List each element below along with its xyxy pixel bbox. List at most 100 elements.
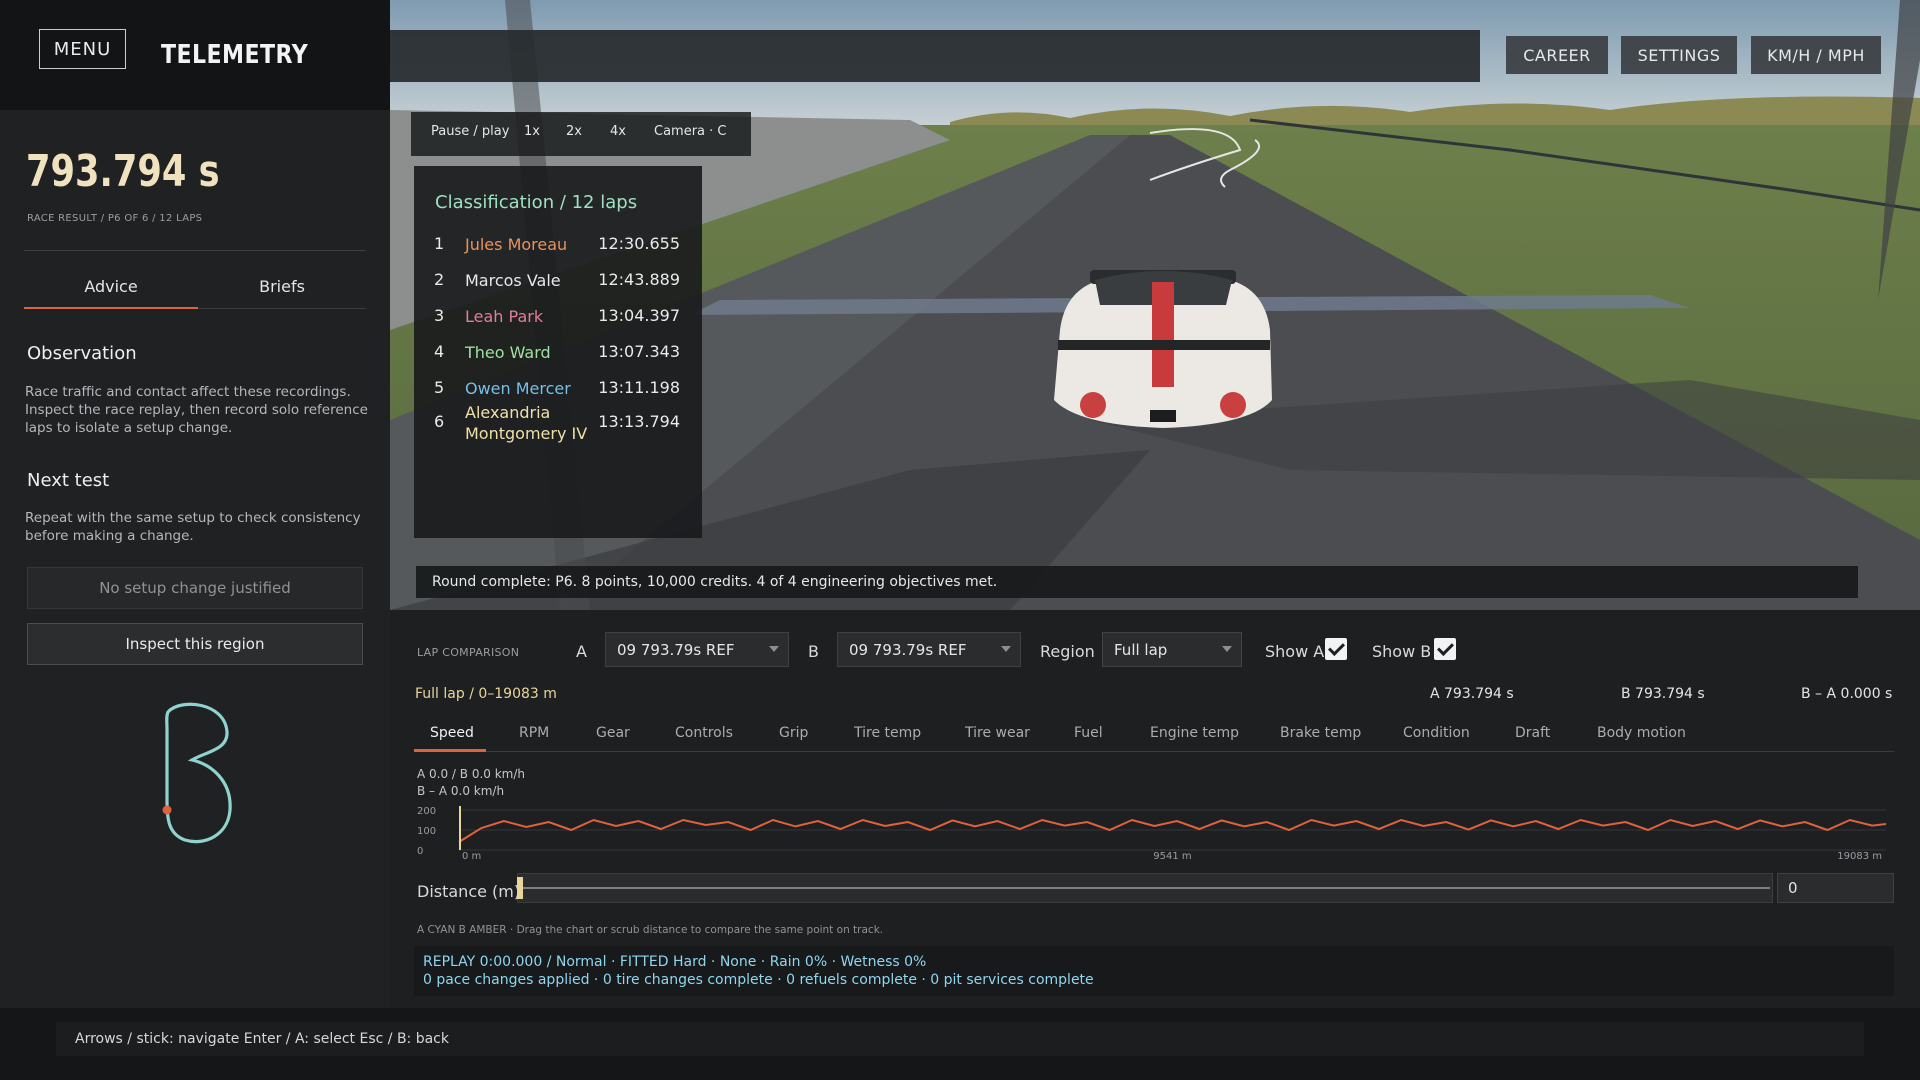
chevron-down-icon <box>769 646 779 652</box>
show-b-checkbox[interactable] <box>1434 638 1456 660</box>
y-tick-label: 100 <box>417 826 436 837</box>
speed-2x-button[interactable]: 2x <box>566 124 582 139</box>
row-driver-name: Theo Ward <box>465 343 551 362</box>
replay-status: REPLAY 0:00.000 / Normal · FITTED Hard ·… <box>414 946 1894 996</box>
lap-comparison-label: LAP COMPARISON <box>417 646 520 659</box>
slider-handle[interactable] <box>517 877 523 899</box>
region-select[interactable]: Full lap <box>1102 632 1242 667</box>
top-bar <box>390 30 1480 82</box>
chevron-down-icon <box>1001 646 1011 652</box>
pause-play-button[interactable]: Pause / play <box>431 124 509 139</box>
divider <box>24 250 366 251</box>
show-a-label: Show A <box>1265 642 1325 661</box>
speed-4x-button[interactable]: 4x <box>610 124 626 139</box>
next-test-heading: Next test <box>27 470 110 491</box>
row-time: 13:04.397 <box>598 306 680 325</box>
stat-diff: B – A 0.000 s <box>1801 686 1893 702</box>
chart-readout-2: B – A 0.0 km/h <box>417 784 504 798</box>
x-tick-label: 19083 m <box>1837 851 1882 860</box>
row-position: 5 <box>434 378 445 397</box>
lap-a-select[interactable]: 09 793.79s REF <box>605 632 789 667</box>
row-time: 13:07.343 <box>598 342 680 361</box>
y-tick-label: 200 <box>417 806 436 817</box>
tab-body-motion[interactable]: Body motion <box>1597 725 1686 741</box>
slider-rail <box>520 887 1770 889</box>
lap-b-value: 09 793.79s REF <box>849 641 967 659</box>
row-driver-name: Jules Moreau <box>465 235 568 254</box>
row-position: 6 <box>434 412 445 431</box>
tab-rule <box>414 751 1894 752</box>
speed-series-line <box>458 818 1887 843</box>
chart-readout-1: A 0.0 / B 0.0 km/h <box>417 767 525 781</box>
range-line: Full lap / 0–19083 m <box>415 686 557 702</box>
stat-a: A 793.794 s <box>1430 686 1514 702</box>
legend-hint: A CYAN B AMBER · Drag the chart or scrub… <box>417 924 884 936</box>
show-a-checkbox[interactable] <box>1325 638 1347 660</box>
observation-heading: Observation <box>27 343 137 364</box>
tab-controls[interactable]: Controls <box>675 725 733 741</box>
lap-a-value: 09 793.79s REF <box>617 641 735 659</box>
inspect-region-button[interactable]: Inspect this region <box>27 623 363 665</box>
speed-1x-button[interactable]: 1x <box>524 124 540 139</box>
tab-draft[interactable]: Draft <box>1515 725 1550 741</box>
menu-button[interactable]: MENU <box>39 29 126 69</box>
controls-hint: Arrows / stick: navigate Enter / A: sele… <box>56 1022 1864 1056</box>
row-driver-name: Owen Mercer <box>465 379 571 398</box>
row-time: 12:30.655 <box>598 234 680 253</box>
classification-panel: Classification / 12 laps 1 Jules Moreau 12… <box>414 166 702 538</box>
chevron-down-icon <box>1222 646 1232 652</box>
tab-tire-wear[interactable]: Tire wear <box>965 725 1030 741</box>
race-time: 793.794 s <box>26 146 220 197</box>
no-setup-change-button[interactable]: No setup change justified <box>27 567 363 609</box>
classification-title: Classification / 12 laps <box>435 192 638 213</box>
tab-fuel[interactable]: Fuel <box>1074 725 1103 741</box>
tab-rpm[interactable]: RPM <box>519 725 549 741</box>
lap-b-label: B <box>808 642 819 661</box>
row-position: 2 <box>434 270 445 289</box>
row-position: 4 <box>434 342 445 361</box>
row-driver-name: Marcos Vale <box>465 271 561 290</box>
row-position: 1 <box>434 234 445 253</box>
distance-input[interactable]: 0 <box>1777 873 1894 903</box>
stat-b: B 793.794 s <box>1621 686 1705 702</box>
tab-tire-temp[interactable]: Tire temp <box>854 725 921 741</box>
distance-label: Distance (m) <box>417 882 521 901</box>
page-title: TELEMETRY <box>161 40 309 70</box>
race-subtitle: RACE RESULT / P6 OF 6 / 12 LAPS <box>27 213 203 224</box>
track-map <box>162 702 232 844</box>
replay-line-1: REPLAY 0:00.000 / Normal · FITTED Hard ·… <box>423 954 927 970</box>
lap-a-label: A <box>576 642 587 661</box>
camera-button[interactable]: Camera · C <box>654 124 727 139</box>
row-time: 12:43.889 <box>598 270 680 289</box>
row-time: 13:11.198 <box>598 378 680 397</box>
active-tab-indicator <box>414 749 486 752</box>
career-button[interactable]: CAREER <box>1506 36 1608 74</box>
next-test-text: Repeat with the same setup to check cons… <box>25 510 361 544</box>
show-b-label: Show B <box>1372 642 1432 661</box>
units-toggle-button[interactable]: KM/H / MPH <box>1751 36 1881 74</box>
tab-brake-temp[interactable]: Brake temp <box>1280 725 1361 741</box>
x-tick-label: 9541 m <box>1153 851 1191 860</box>
chart-cursor <box>459 806 461 850</box>
row-driver-name: Leah Park <box>465 307 544 326</box>
player-car <box>1054 270 1272 428</box>
round-complete-message: Round complete: P6. 8 points, 10,000 cre… <box>416 566 1858 598</box>
y-tick-label: 0 <box>417 846 423 857</box>
row-position: 3 <box>434 306 445 325</box>
region-value: Full lap <box>1114 641 1168 659</box>
settings-button[interactable]: SETTINGS <box>1621 36 1737 74</box>
speed-chart[interactable]: A 0.0 / B 0.0 km/h B – A 0.0 km/h 200 100… <box>414 766 1894 860</box>
tab-advice[interactable]: Advice <box>24 275 198 309</box>
lap-b-select[interactable]: 09 793.79s REF <box>837 632 1021 667</box>
row-driver-name: Alexandria Montgomery IV <box>465 403 588 443</box>
replay-line-2: 0 pace changes applied · 0 tire changes … <box>423 972 1094 988</box>
tab-gear[interactable]: Gear <box>596 725 630 741</box>
tab-condition[interactable]: Condition <box>1403 725 1470 741</box>
track-outline <box>165 702 232 844</box>
tab-speed[interactable]: Speed <box>430 725 474 741</box>
tab-engine-temp[interactable]: Engine temp <box>1150 725 1239 741</box>
tab-briefs[interactable]: Briefs <box>198 275 366 309</box>
tab-grip[interactable]: Grip <box>779 725 808 741</box>
row-time: 13:13.794 <box>598 412 680 431</box>
observation-text: Race traffic and contact affect these re… <box>25 384 368 436</box>
